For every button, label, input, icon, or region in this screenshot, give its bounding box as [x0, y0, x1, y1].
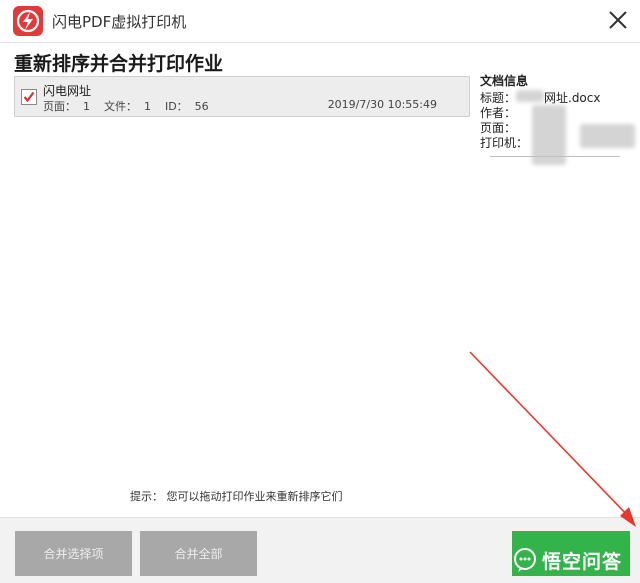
document-info-panel: 文档信息 标题： 作者： 页面： 打印机： 网址.docx [480, 72, 635, 172]
close-icon [609, 11, 627, 29]
page-title: 重新排序并合并打印作业 [14, 53, 224, 75]
merge-all-button[interactable]: 合并全部 [140, 531, 257, 576]
title-bar: 闪电PDF虚拟打印机 [0, 0, 640, 43]
doc-printer-label: 打印机： [480, 136, 529, 150]
print-job-list[interactable]: 闪电网址 页面： 1 文件： 1 ID： 56 2019/7/30 10:55:… [14, 76, 470, 496]
job-meta: 页面： 1 文件： 1 ID： 56 [43, 100, 209, 113]
merge-selected-button[interactable]: 合并选择项 [15, 531, 132, 576]
reorder-hint: 提示： 您可以拖动打印作业来重新排序它们 [130, 490, 343, 503]
doc-title-value: 网址.docx [544, 91, 601, 105]
doc-info-title: 文档信息 [480, 74, 529, 88]
lightning-app-logo-icon [13, 6, 43, 36]
watermark: 悟空问答 [512, 540, 640, 580]
job-name: 闪电网址 [43, 84, 92, 98]
watermark-text: 悟空问答 [542, 550, 623, 573]
print-job-row[interactable]: 闪电网址 页面： 1 文件： 1 ID： 56 2019/7/30 10:55:… [14, 76, 470, 117]
close-button[interactable] [606, 8, 630, 32]
print-dialog-window: 闪电PDF虚拟打印机 重新排序并合并打印作业 闪电网址 页面： 1 文件： 1 … [0, 0, 640, 583]
redacted-info-block-2 [580, 124, 635, 148]
job-date: 2019/7/30 10:55:49 [327, 98, 437, 111]
checkmark-icon [23, 91, 35, 103]
job-checkbox[interactable] [21, 89, 37, 105]
info-divider [490, 156, 620, 157]
redacted-title-block [516, 90, 544, 102]
window-title: 闪电PDF虚拟打印机 [52, 13, 187, 31]
chat-bubble-icon [514, 548, 536, 572]
